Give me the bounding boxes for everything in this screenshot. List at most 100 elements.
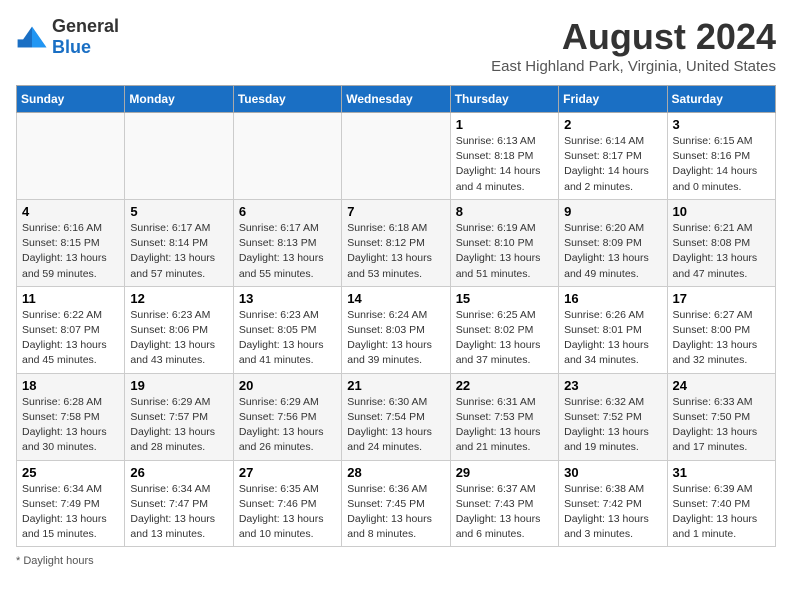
day-info: Sunrise: 6:22 AM Sunset: 8:07 PM Dayligh… bbox=[22, 308, 119, 369]
day-number: 10 bbox=[673, 204, 770, 219]
main-title: August 2024 bbox=[491, 16, 776, 58]
day-number: 5 bbox=[130, 204, 227, 219]
calendar-header-monday: Monday bbox=[125, 86, 233, 113]
calendar-cell: 25 Sunrise: 6:34 AM Sunset: 7:49 PM Dayli… bbox=[17, 460, 125, 547]
calendar-cell: 10 Sunrise: 6:21 AM Sunset: 8:08 PM Dayli… bbox=[667, 199, 775, 286]
day-number: 29 bbox=[456, 465, 553, 480]
calendar-cell: 26 Sunrise: 6:34 AM Sunset: 7:47 PM Dayli… bbox=[125, 460, 233, 547]
calendar: SundayMondayTuesdayWednesdayThursdayFrid… bbox=[16, 85, 776, 547]
calendar-cell: 12Sunrise: 6:23 AM Sunset: 8:06 PM Dayli… bbox=[125, 286, 233, 373]
day-info: Sunrise: 6:15 AM Sunset: 8:16 PM Dayligh… bbox=[673, 134, 770, 195]
calendar-week-3: 11Sunrise: 6:22 AM Sunset: 8:07 PM Dayli… bbox=[17, 286, 776, 373]
day-number: 25 bbox=[22, 465, 119, 480]
day-number: 8 bbox=[456, 204, 553, 219]
calendar-cell bbox=[17, 113, 125, 200]
calendar-cell: 1Sunrise: 6:13 AM Sunset: 8:18 PM Daylig… bbox=[450, 113, 558, 200]
footer-note: * Daylight hours bbox=[16, 555, 776, 567]
day-info: Sunrise: 6:29 AM Sunset: 7:56 PM Dayligh… bbox=[239, 395, 336, 456]
day-number: 22 bbox=[456, 378, 553, 393]
calendar-cell: 19 Sunrise: 6:29 AM Sunset: 7:57 PM Dayli… bbox=[125, 373, 233, 460]
day-number: 27 bbox=[239, 465, 336, 480]
calendar-header-tuesday: Tuesday bbox=[233, 86, 341, 113]
calendar-cell: 6 Sunrise: 6:17 AM Sunset: 8:13 PM Daylig… bbox=[233, 199, 341, 286]
footer-text: Daylight hours bbox=[23, 555, 93, 567]
day-number: 4 bbox=[22, 204, 119, 219]
day-info: Sunrise: 6:27 AM Sunset: 8:00 PM Dayligh… bbox=[673, 308, 770, 369]
day-number: 18 bbox=[22, 378, 119, 393]
day-info: Sunrise: 6:21 AM Sunset: 8:08 PM Dayligh… bbox=[673, 221, 770, 282]
calendar-header-saturday: Saturday bbox=[667, 86, 775, 113]
day-info: Sunrise: 6:34 AM Sunset: 7:49 PM Dayligh… bbox=[22, 482, 119, 543]
day-number: 26 bbox=[130, 465, 227, 480]
day-info: Sunrise: 6:32 AM Sunset: 7:52 PM Dayligh… bbox=[564, 395, 661, 456]
day-number: 17 bbox=[673, 291, 770, 306]
logo-general: General bbox=[52, 16, 119, 36]
calendar-cell: 16 Sunrise: 6:26 AM Sunset: 8:01 PM Dayli… bbox=[559, 286, 667, 373]
day-info: Sunrise: 6:14 AM Sunset: 8:17 PM Dayligh… bbox=[564, 134, 661, 195]
day-number: 16 bbox=[564, 291, 661, 306]
day-number: 15 bbox=[456, 291, 553, 306]
calendar-cell: 18 Sunrise: 6:28 AM Sunset: 7:58 PM Dayli… bbox=[17, 373, 125, 460]
calendar-cell: 8 Sunrise: 6:19 AM Sunset: 8:10 PM Daylig… bbox=[450, 199, 558, 286]
subtitle: East Highland Park, Virginia, United Sta… bbox=[491, 58, 776, 75]
calendar-cell bbox=[233, 113, 341, 200]
calendar-cell: 2 Sunrise: 6:14 AM Sunset: 8:17 PM Daylig… bbox=[559, 113, 667, 200]
day-info: Sunrise: 6:17 AM Sunset: 8:14 PM Dayligh… bbox=[130, 221, 227, 282]
day-info: Sunrise: 6:34 AM Sunset: 7:47 PM Dayligh… bbox=[130, 482, 227, 543]
calendar-cell: 22 Sunrise: 6:31 AM Sunset: 7:53 PM Dayli… bbox=[450, 373, 558, 460]
day-info: Sunrise: 6:18 AM Sunset: 8:12 PM Dayligh… bbox=[347, 221, 444, 282]
day-number: 30 bbox=[564, 465, 661, 480]
day-info: Sunrise: 6:37 AM Sunset: 7:43 PM Dayligh… bbox=[456, 482, 553, 543]
calendar-cell: 11Sunrise: 6:22 AM Sunset: 8:07 PM Dayli… bbox=[17, 286, 125, 373]
logo: General Blue bbox=[16, 16, 119, 58]
day-info: Sunrise: 6:35 AM Sunset: 7:46 PM Dayligh… bbox=[239, 482, 336, 543]
calendar-cell: 17 Sunrise: 6:27 AM Sunset: 8:00 PM Dayli… bbox=[667, 286, 775, 373]
calendar-cell: 28 Sunrise: 6:36 AM Sunset: 7:45 PM Dayli… bbox=[342, 460, 450, 547]
logo-blue: Blue bbox=[52, 37, 91, 57]
day-info: Sunrise: 6:20 AM Sunset: 8:09 PM Dayligh… bbox=[564, 221, 661, 282]
logo-icon bbox=[16, 25, 48, 49]
calendar-cell: 30Sunrise: 6:38 AM Sunset: 7:42 PM Dayli… bbox=[559, 460, 667, 547]
day-info: Sunrise: 6:16 AM Sunset: 8:15 PM Dayligh… bbox=[22, 221, 119, 282]
calendar-week-1: 1Sunrise: 6:13 AM Sunset: 8:18 PM Daylig… bbox=[17, 113, 776, 200]
day-info: Sunrise: 6:25 AM Sunset: 8:02 PM Dayligh… bbox=[456, 308, 553, 369]
calendar-header-wednesday: Wednesday bbox=[342, 86, 450, 113]
calendar-cell: 27 Sunrise: 6:35 AM Sunset: 7:46 PM Dayli… bbox=[233, 460, 341, 547]
calendar-cell: 23 Sunrise: 6:32 AM Sunset: 7:52 PM Dayli… bbox=[559, 373, 667, 460]
day-info: Sunrise: 6:19 AM Sunset: 8:10 PM Dayligh… bbox=[456, 221, 553, 282]
day-number: 24 bbox=[673, 378, 770, 393]
day-number: 3 bbox=[673, 117, 770, 132]
day-info: Sunrise: 6:26 AM Sunset: 8:01 PM Dayligh… bbox=[564, 308, 661, 369]
calendar-header-friday: Friday bbox=[559, 86, 667, 113]
calendar-cell: 20 Sunrise: 6:29 AM Sunset: 7:56 PM Dayli… bbox=[233, 373, 341, 460]
day-info: Sunrise: 6:33 AM Sunset: 7:50 PM Dayligh… bbox=[673, 395, 770, 456]
day-info: Sunrise: 6:36 AM Sunset: 7:45 PM Dayligh… bbox=[347, 482, 444, 543]
day-number: 13 bbox=[239, 291, 336, 306]
day-info: Sunrise: 6:23 AM Sunset: 8:06 PM Dayligh… bbox=[130, 308, 227, 369]
day-number: 20 bbox=[239, 378, 336, 393]
day-number: 6 bbox=[239, 204, 336, 219]
calendar-cell: 9 Sunrise: 6:20 AM Sunset: 8:09 PM Daylig… bbox=[559, 199, 667, 286]
day-info: Sunrise: 6:17 AM Sunset: 8:13 PM Dayligh… bbox=[239, 221, 336, 282]
day-number: 28 bbox=[347, 465, 444, 480]
title-area: August 2024 East Highland Park, Virginia… bbox=[491, 16, 776, 75]
day-number: 19 bbox=[130, 378, 227, 393]
day-info: Sunrise: 6:24 AM Sunset: 8:03 PM Dayligh… bbox=[347, 308, 444, 369]
day-number: 23 bbox=[564, 378, 661, 393]
calendar-header-thursday: Thursday bbox=[450, 86, 558, 113]
header: General Blue August 2024 East Highland P… bbox=[16, 16, 776, 75]
calendar-cell: 13Sunrise: 6:23 AM Sunset: 8:05 PM Dayli… bbox=[233, 286, 341, 373]
calendar-week-5: 25 Sunrise: 6:34 AM Sunset: 7:49 PM Dayli… bbox=[17, 460, 776, 547]
day-number: 9 bbox=[564, 204, 661, 219]
day-number: 31 bbox=[673, 465, 770, 480]
calendar-cell: 24 Sunrise: 6:33 AM Sunset: 7:50 PM Dayli… bbox=[667, 373, 775, 460]
calendar-header-row: SundayMondayTuesdayWednesdayThursdayFrid… bbox=[17, 86, 776, 113]
calendar-cell: 31Sunrise: 6:39 AM Sunset: 7:40 PM Dayli… bbox=[667, 460, 775, 547]
day-info: Sunrise: 6:31 AM Sunset: 7:53 PM Dayligh… bbox=[456, 395, 553, 456]
calendar-cell: 29 Sunrise: 6:37 AM Sunset: 7:43 PM Dayli… bbox=[450, 460, 558, 547]
day-info: Sunrise: 6:29 AM Sunset: 7:57 PM Dayligh… bbox=[130, 395, 227, 456]
day-number: 2 bbox=[564, 117, 661, 132]
day-number: 14 bbox=[347, 291, 444, 306]
calendar-cell: 21Sunrise: 6:30 AM Sunset: 7:54 PM Dayli… bbox=[342, 373, 450, 460]
day-info: Sunrise: 6:28 AM Sunset: 7:58 PM Dayligh… bbox=[22, 395, 119, 456]
